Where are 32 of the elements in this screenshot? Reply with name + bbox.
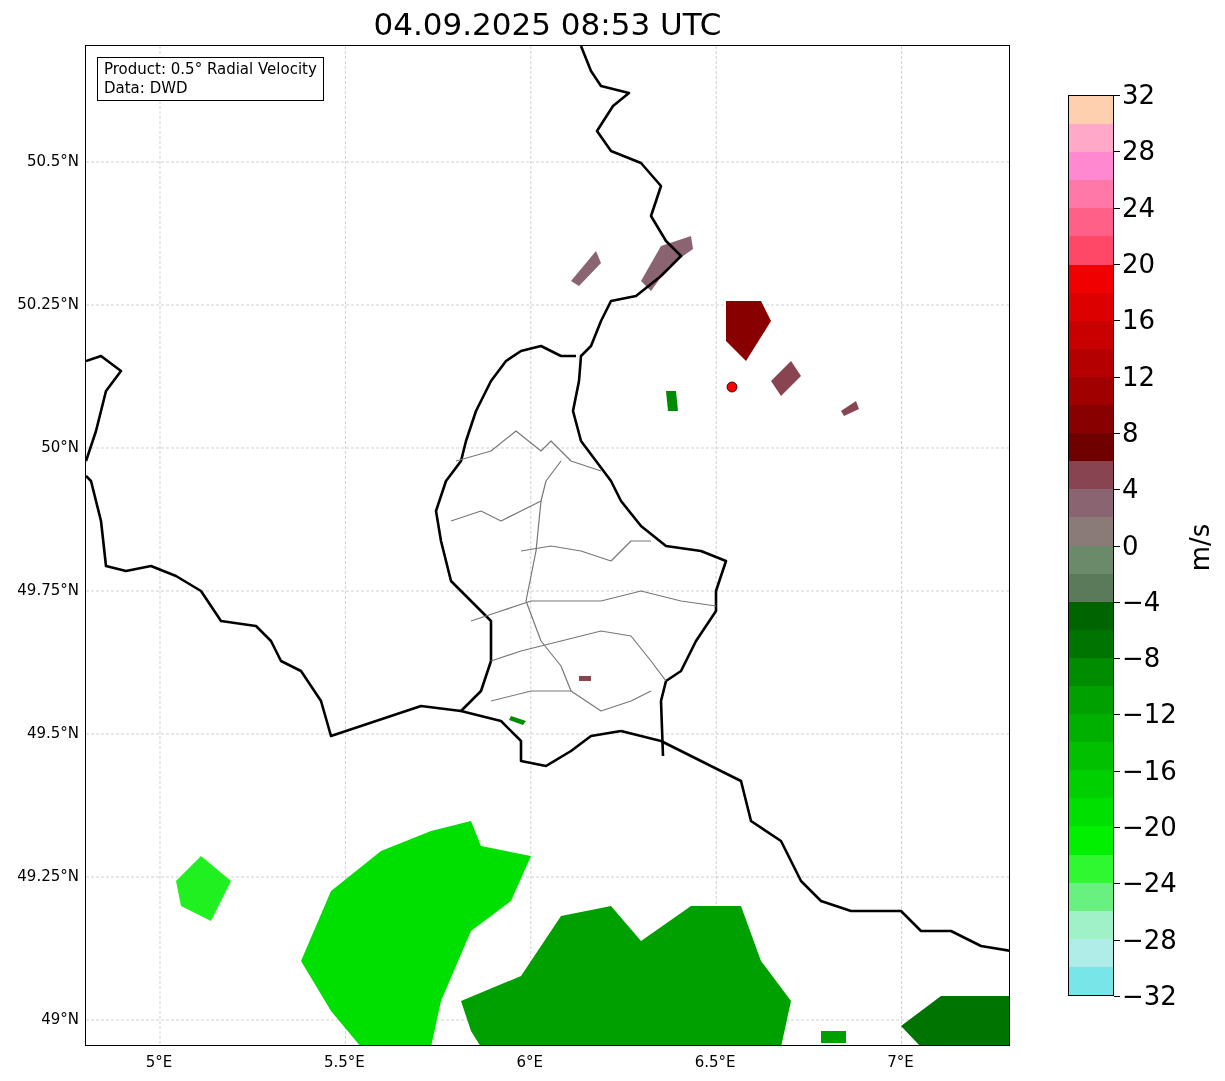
colorbar-label: m/s [1183,522,1216,574]
colorbar-tick-label: 28 [1122,136,1156,167]
axis-tick-label: 50°N [40,438,79,456]
colorbar-tick-label: −28 [1122,924,1177,955]
axis-tick-label: 50.5°N [25,152,79,170]
colorbar-tick-label: −16 [1122,755,1177,786]
colorbar-tick-label: 16 [1122,305,1156,336]
axis-tick-label: 7°E [886,1053,915,1071]
colorbar-tick-label: 12 [1122,361,1156,392]
colorbar-tick-label: −4 [1122,586,1161,617]
axis-tick-label: 49.5°N [25,724,79,742]
axis-tick-label: 50.25°N [16,295,79,313]
axis-tick-label: 6°E [515,1053,545,1071]
colorbar-tick-label: −12 [1122,699,1177,730]
colorbar-tick-label: −20 [1122,812,1177,843]
axis-tick-label: 49.75°N [16,581,79,599]
axis-tick-label: 49°N [40,1010,79,1028]
axis-tick-label: 5.5°E [322,1053,366,1071]
info-box: Product: 0.5° Radial Velocity Data: DWD [97,57,324,101]
colorbar-tick-label: 24 [1122,192,1156,223]
colorbar-tick-label: −32 [1122,981,1177,1011]
colorbar-tick-label: 8 [1122,417,1139,448]
colorbar-tick-label: 20 [1122,248,1156,279]
colorbar-tick-label: 32 [1122,80,1156,110]
colorbar-tick-label: 0 [1122,530,1139,561]
chart-title: 04.09.2025 08:53 UTC [372,5,723,44]
axis-tick-label: 5°E [144,1053,174,1071]
colorbar-tick-label: 4 [1122,474,1139,505]
colorbar-tick-label: −24 [1122,868,1177,899]
axis-tick-label: 49.25°N [16,867,79,885]
axis-tick-label: 6.5°E [693,1053,737,1071]
colorbar-tick-label: −8 [1122,643,1161,674]
